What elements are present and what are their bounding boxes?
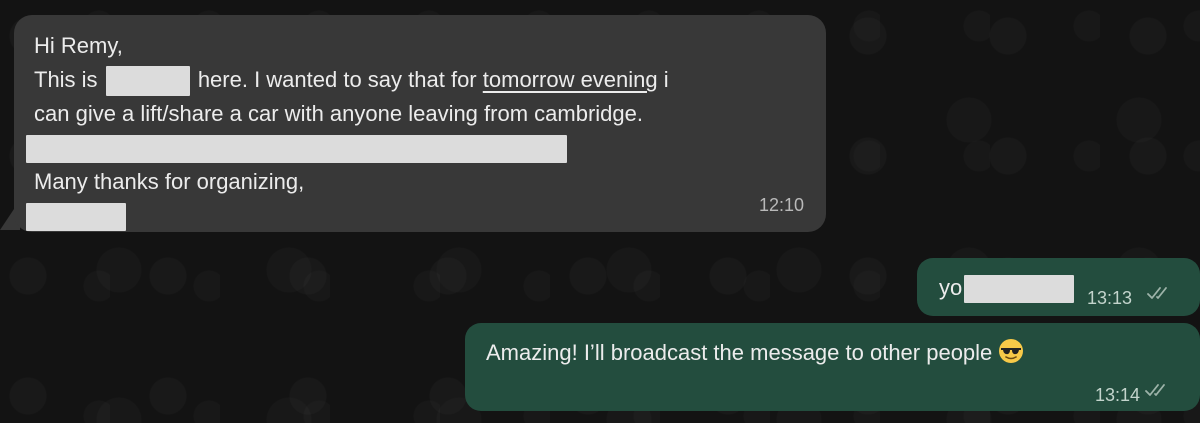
redacted-line	[26, 131, 806, 165]
message-text: here. I wanted to say that for	[197, 67, 477, 92]
message-timestamp: 12:10	[758, 195, 804, 215]
redacted-text	[964, 275, 1075, 304]
double-check-icon	[1147, 287, 1167, 299]
incoming-message-bubble[interactable]: Hi Remy, This is here. I wanted to say t…	[14, 15, 826, 232]
redacted-text	[26, 203, 126, 232]
double-check-icon	[1145, 384, 1165, 396]
chat-window: Hi Remy, This is here. I wanted to say t…	[0, 0, 1200, 423]
message-text: i	[663, 67, 669, 92]
message-greeting: Hi Remy,	[34, 33, 123, 58]
message-line: Many thanks for organizing,	[34, 169, 305, 194]
outgoing-message-bubble[interactable]: yo 13:13	[917, 258, 1200, 316]
message-line: can give a lift/share a car with anyone …	[34, 101, 643, 126]
sunglasses-emoji-icon	[999, 339, 1024, 363]
date-link[interactable]: tomorrow evening	[483, 67, 658, 92]
message-text-row: Amazing! I’ll broadcast the message to o…	[486, 336, 1024, 370]
message-text: Amazing! I’ll broadcast the message to o…	[486, 340, 993, 365]
redacted-name	[105, 66, 190, 97]
redacted-signature	[26, 199, 806, 232]
message-line: This is here. I wanted to say that for t…	[34, 63, 806, 97]
message-timestamp: 13:14	[1095, 385, 1141, 405]
message-timestamp: 13:13	[1087, 288, 1133, 308]
outgoing-message-bubble[interactable]: Amazing! I’ll broadcast the message to o…	[465, 323, 1200, 411]
message-text: This is	[34, 67, 98, 92]
redacted-text	[26, 135, 567, 164]
message-text: yo	[939, 275, 963, 300]
message-text-row: yo	[939, 271, 1075, 305]
